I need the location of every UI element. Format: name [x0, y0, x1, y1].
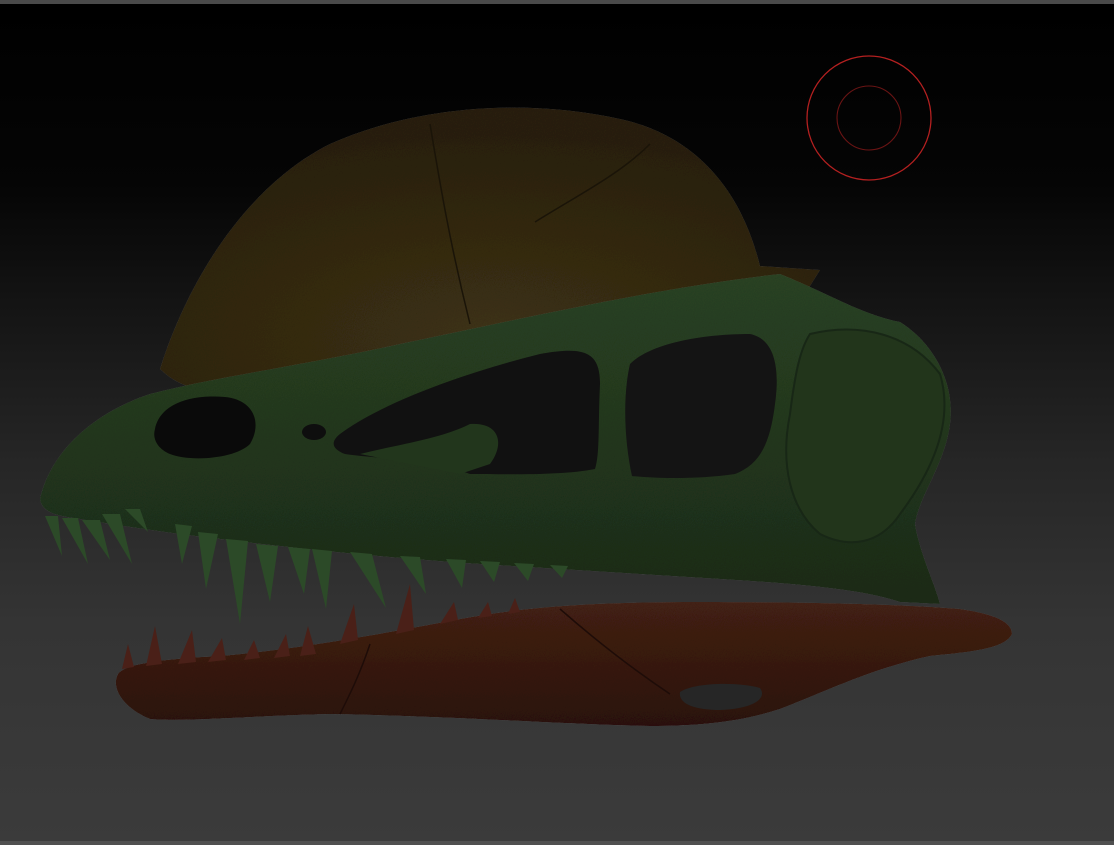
lower-tooth: [300, 626, 316, 656]
lower-tooth: [178, 630, 196, 664]
lower-tooth: [508, 598, 520, 614]
upper-tooth: [198, 532, 218, 589]
upper-tooth: [288, 547, 310, 594]
3d-viewport[interactable]: [0, 4, 1114, 841]
upper-tooth: [514, 563, 534, 581]
orbit-opening: [625, 334, 777, 479]
lower-jaw: [115, 602, 1013, 726]
lower-tooth: [396, 584, 414, 634]
upper-tooth: [226, 539, 248, 624]
brush-cursor-icon[interactable]: [806, 55, 932, 181]
upper-tooth: [480, 561, 500, 582]
lower-tooth: [274, 634, 290, 658]
brush-inner-ring: [836, 85, 902, 151]
upper-tooth: [550, 565, 568, 578]
lower-jaw-shape: [115, 602, 1013, 726]
lower-tooth: [122, 644, 134, 669]
small-foramen: [302, 424, 326, 440]
lower-tooth: [244, 640, 260, 660]
brush-outer-ring: [806, 55, 932, 181]
upper-tooth: [312, 549, 332, 609]
upper-tooth: [446, 559, 466, 588]
upper-tooth: [82, 520, 110, 560]
zbrush-canvas-window: [0, 0, 1114, 845]
upper-tooth: [400, 556, 426, 594]
lower-tooth: [208, 638, 226, 662]
skull-model-render[interactable]: [0, 4, 1114, 841]
upper-tooth: [45, 516, 62, 556]
window-bottom-border: [0, 841, 1114, 845]
upper-tooth: [175, 524, 192, 564]
upper-tooth: [256, 544, 278, 602]
quadrate-region: [785, 328, 946, 544]
lower-tooth: [340, 604, 358, 644]
upper-tooth: [62, 518, 88, 564]
lower-tooth: [478, 602, 492, 618]
upper-tooth: [350, 552, 386, 608]
lower-tooth: [146, 626, 162, 666]
